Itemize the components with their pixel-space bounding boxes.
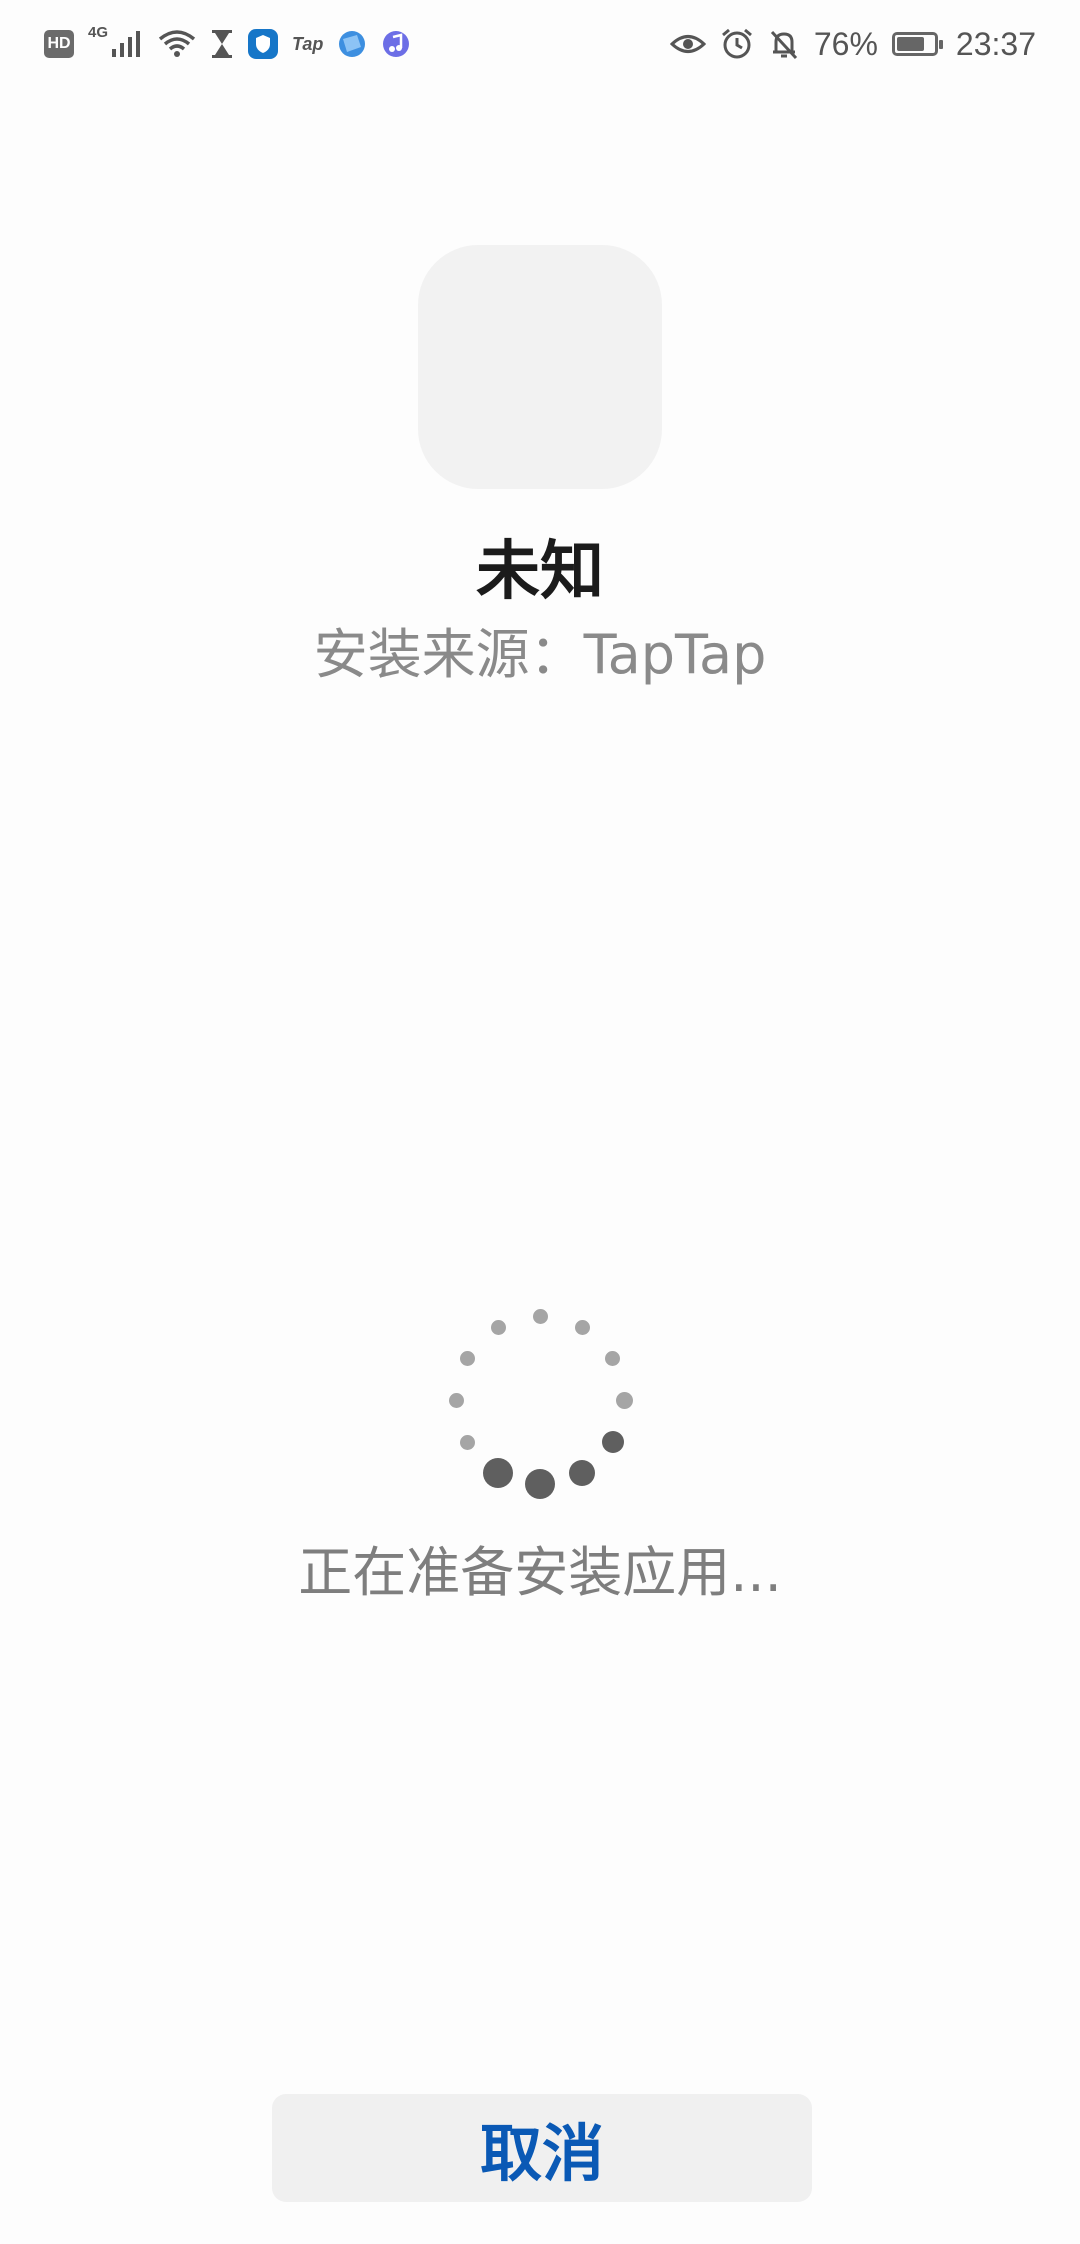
browser-app-icon bbox=[337, 29, 367, 59]
install-status-text: 正在准备安装应用... bbox=[298, 1541, 782, 1604]
loading-spinner-icon bbox=[440, 1300, 640, 1500]
wifi-icon bbox=[158, 29, 196, 59]
status-bar: HD 4G Tap 76% 23:37 bbox=[0, 0, 1080, 88]
spinner-dot bbox=[448, 1392, 464, 1408]
hd-icon: HD bbox=[44, 30, 74, 58]
hourglass-icon bbox=[210, 29, 234, 59]
spinner-dot bbox=[459, 1350, 475, 1366]
spinner-dot bbox=[574, 1319, 590, 1335]
spinner-dot bbox=[532, 1308, 548, 1324]
battery-percent: 76% bbox=[813, 25, 878, 62]
battery-icon bbox=[891, 32, 943, 56]
status-bar-left: HD 4G Tap bbox=[44, 25, 411, 59]
4g-signal-icon: 4G bbox=[88, 25, 144, 59]
status-bar-right: 76% 23:37 bbox=[669, 25, 1036, 63]
spinner-dot bbox=[605, 1350, 621, 1366]
spinner-dot bbox=[490, 1319, 506, 1335]
eye-icon bbox=[669, 29, 706, 59]
alarm-icon bbox=[720, 28, 754, 60]
app-name: 未知 bbox=[476, 535, 604, 609]
spinner-dot bbox=[483, 1457, 513, 1488]
cancel-button[interactable]: 取消 bbox=[272, 2094, 812, 2202]
spinner-dot bbox=[601, 1431, 624, 1453]
taptap-app-icon: Tap bbox=[292, 33, 324, 54]
network-type-label: 4G bbox=[88, 24, 109, 41]
app-icon-placeholder bbox=[418, 245, 662, 489]
spinner-dot bbox=[569, 1459, 595, 1486]
battery-fill bbox=[896, 37, 924, 51]
shield-app-icon bbox=[248, 29, 279, 59]
bell-off-icon bbox=[768, 28, 800, 60]
music-app-icon bbox=[381, 29, 411, 59]
spinner-dot bbox=[525, 1469, 555, 1499]
spinner-dot bbox=[459, 1434, 475, 1450]
install-screen: HD 4G Tap 76% 23:37 未知 安装来源：TapTap 正在准备安… bbox=[0, 0, 1080, 2244]
clock-time: 23:37 bbox=[955, 25, 1036, 62]
install-source: 安装来源：TapTap bbox=[313, 623, 767, 686]
spinner-dot bbox=[615, 1391, 633, 1409]
